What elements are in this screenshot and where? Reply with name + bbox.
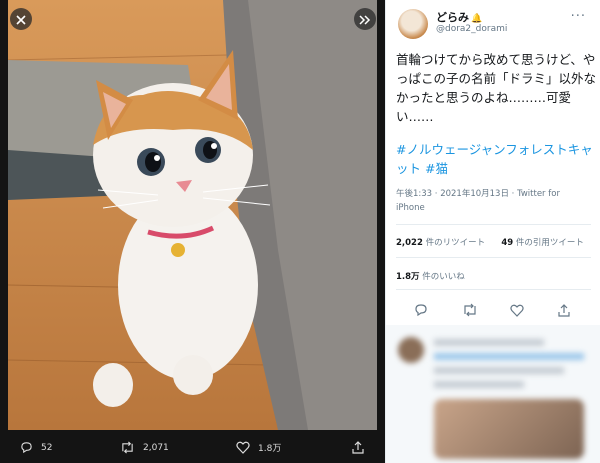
divider xyxy=(396,257,591,258)
bell-emoji-icon: 🔔 xyxy=(471,14,483,24)
viewer-retweet-count: 2,071 xyxy=(143,442,169,453)
reply-line xyxy=(434,353,584,360)
quote-stat-label: 件の引用ツイート xyxy=(513,238,584,248)
tweet-action-bar xyxy=(396,298,591,318)
close-button[interactable] xyxy=(10,8,32,30)
tweet-text: 首輪つけてから改めて思うけど、やっぱこの子の名前「ドラミ」以外なかったと思うのよ… xyxy=(396,52,597,124)
share-icon xyxy=(558,302,570,321)
reply-icon xyxy=(414,302,428,321)
display-name[interactable]: どらみ 🔔 xyxy=(436,9,482,25)
like-stat-label: 件のいいね xyxy=(419,272,465,282)
cat-photo xyxy=(8,0,377,430)
like-icon xyxy=(510,302,524,321)
close-icon xyxy=(16,10,26,29)
reply-avatar xyxy=(398,337,424,363)
retweet-stats[interactable]: 2,022 件のリツイート 49 件の引用ツイート xyxy=(396,236,596,248)
reply-line xyxy=(434,381,524,388)
tweet-photo-viewer: 52 2,071 1.8万 どらみ 🔔 @dora2_dorami ··· 首輪… xyxy=(0,0,600,463)
expand-panel-button[interactable] xyxy=(354,8,376,30)
retweet-icon xyxy=(120,441,135,454)
tweet-hashtags[interactable]: #ノルウェージャンフォレストキャット #猫 xyxy=(396,140,596,178)
retweet-stat-label: 件のリツイート xyxy=(422,238,486,248)
viewer-share-button[interactable] xyxy=(352,441,364,454)
expand-icon xyxy=(359,10,371,29)
viewer-retweet-button[interactable]: 2,071 xyxy=(120,441,169,454)
more-options-button[interactable]: ··· xyxy=(571,9,586,24)
retweet-icon xyxy=(462,302,478,321)
reply-header xyxy=(434,339,544,346)
viewer-reply-button[interactable]: 52 xyxy=(20,441,52,454)
divider xyxy=(396,224,591,225)
reply-image xyxy=(434,399,584,459)
photo-viewer: 52 2,071 1.8万 xyxy=(0,0,385,463)
retweet-stat-value: 2,022 xyxy=(396,238,423,248)
like-icon xyxy=(236,441,250,454)
viewer-action-bar: 52 2,071 1.8万 xyxy=(0,432,385,463)
viewer-like-button[interactable]: 1.8万 xyxy=(236,441,281,454)
tweet-detail-panel: どらみ 🔔 @dora2_dorami ··· 首輪つけてから改めて思うけど、やっ… xyxy=(385,0,600,463)
tweet-timestamp[interactable]: 午後1:33 · 2021年10月13日 · Twitter for iPhon… xyxy=(396,187,591,215)
reply-icon xyxy=(20,441,33,454)
blurred-reply xyxy=(386,325,600,463)
share-icon xyxy=(352,441,364,454)
avatar[interactable] xyxy=(398,9,428,39)
viewer-like-count: 1.8万 xyxy=(258,444,282,454)
display-name-text: どらみ xyxy=(436,11,469,24)
quote-stat-value: 49 xyxy=(501,238,514,248)
user-handle[interactable]: @dora2_dorami xyxy=(436,24,507,34)
like-stat-value: 1.8万 xyxy=(396,272,420,282)
divider xyxy=(396,289,591,290)
viewer-reply-count: 52 xyxy=(41,442,53,453)
reply-line xyxy=(434,367,564,374)
like-stats[interactable]: 1.8万 件のいいね xyxy=(396,270,465,282)
more-icon: ··· xyxy=(570,9,586,24)
